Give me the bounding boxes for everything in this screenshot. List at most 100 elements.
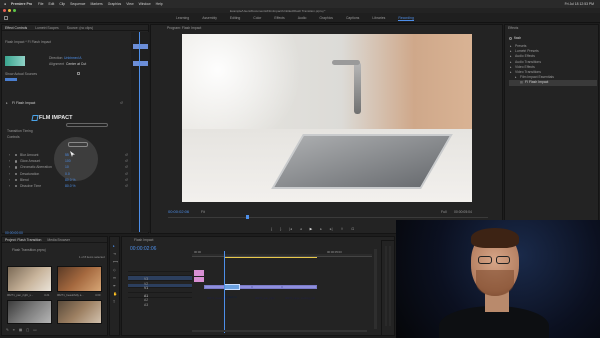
workspace-tab-assembly[interactable]: Assembly [202, 16, 217, 21]
home-icon[interactable] [4, 16, 8, 20]
new-bin-icon[interactable]: ▭ [33, 328, 36, 332]
timeline-playhead[interactable] [224, 251, 225, 333]
thumb-1[interactable] [7, 266, 52, 292]
param-reset-icon[interactable]: ↺ [125, 178, 128, 182]
param-reset-icon[interactable]: ↺ [125, 153, 128, 157]
menu-markers[interactable]: Markers [90, 2, 102, 6]
step-back-icon[interactable]: ◂ [300, 227, 302, 231]
timeline-zoom-bar[interactable] [192, 330, 367, 332]
clip-2[interactable]: 06271_pan_right [252, 285, 282, 300]
transition-timing-field[interactable] [66, 123, 108, 127]
menu-file[interactable]: File [38, 2, 43, 6]
stopwatch-icon[interactable] [15, 166, 18, 169]
param-value[interactable]: 80.0 % [65, 178, 76, 182]
freeform-view-icon[interactable]: ▢ [26, 328, 29, 332]
export-frame-icon[interactable]: ⊡ [351, 227, 354, 231]
workspace-tab-effects[interactable]: Effects [274, 16, 284, 21]
audio-clip-a2[interactable] [194, 277, 204, 282]
workspace-tab-color[interactable]: Color [253, 16, 261, 21]
param-value[interactable]: 10 [65, 165, 69, 169]
mark-in-icon[interactable]: { [271, 227, 272, 231]
workspace-tab-editing[interactable]: Editing [230, 16, 240, 21]
param-reset-icon[interactable]: ↺ [125, 172, 128, 176]
menu-graphics[interactable]: Graphics [108, 2, 122, 6]
param-toggle-icon[interactable]: › [9, 172, 10, 176]
stopwatch-icon[interactable] [15, 160, 18, 163]
audio-clip-a1[interactable] [194, 270, 204, 276]
workspace-tab-audio[interactable]: Audio [298, 16, 307, 21]
program-timecode[interactable]: 00:00:02:06 [168, 210, 189, 214]
workspace-tab-libraries[interactable]: Libraries [372, 16, 385, 21]
work-area-bar[interactable] [224, 257, 317, 258]
param-value[interactable]: 100 [65, 159, 71, 163]
ec-tab-0[interactable]: Effect Controls [5, 26, 27, 30]
param-toggle-icon[interactable]: › [9, 165, 10, 169]
fx-toggle-icon[interactable]: ▸ [6, 101, 8, 105]
pen-tool-icon[interactable]: ✒ [113, 284, 118, 288]
program-playhead[interactable] [246, 215, 249, 219]
go-to-in-icon[interactable]: |◂ [289, 227, 292, 231]
menu-help[interactable]: Help [156, 2, 163, 6]
step-forward-icon[interactable]: ▸ [320, 227, 322, 231]
menu-window[interactable]: Window [139, 2, 151, 6]
param-toggle-icon[interactable]: › [9, 159, 10, 163]
param-value[interactable]: 80.0 % [65, 184, 76, 188]
menu-edit[interactable]: Edit [48, 2, 54, 6]
menu-clip[interactable]: Clip [59, 2, 65, 6]
workspace-tab-graphics[interactable]: Graphics [319, 16, 333, 21]
quality-dropdown[interactable]: Full [441, 210, 446, 214]
param-reset-icon[interactable]: ↺ [125, 184, 128, 188]
ec-playhead[interactable] [139, 32, 140, 232]
thumb-2[interactable] [57, 266, 102, 292]
program-scrub-bar[interactable] [168, 217, 488, 218]
param-toggle-icon[interactable]: › [9, 153, 10, 157]
menu-view[interactable]: View [126, 2, 133, 6]
hand-tool-icon[interactable]: ✋ [113, 292, 118, 296]
ripple-edit-tool-icon[interactable]: ⟷ [113, 260, 118, 264]
maximize-icon[interactable] [13, 9, 16, 12]
project-tab-1[interactable]: Media Browser [47, 238, 70, 242]
param-value[interactable]: 55 [65, 153, 69, 157]
workspace-tab-recording[interactable]: Recording [398, 16, 414, 21]
ec-timecode[interactable]: 00:00:00:00 [5, 231, 23, 235]
effects-search-input[interactable]: flash [514, 36, 521, 40]
thumb-4[interactable] [57, 300, 102, 324]
stopwatch-icon[interactable] [15, 172, 18, 175]
icon-view-icon[interactable]: ▦ [19, 328, 22, 332]
thumb-3[interactable] [7, 300, 52, 324]
stopwatch-icon[interactable] [15, 184, 18, 188]
pencil-icon[interactable]: ✎ [6, 328, 9, 332]
workspace-tab-learning[interactable]: Learning [176, 16, 189, 21]
transition-block[interactable]: FI Flash Im [224, 284, 240, 299]
mark-out-icon[interactable]: } [280, 227, 281, 231]
ec-tab-2[interactable]: Source: (no clips) [67, 26, 93, 30]
stopwatch-icon[interactable] [15, 178, 18, 182]
timeline-tab[interactable]: Flash Impact [134, 238, 153, 242]
param-reset-icon[interactable]: ↺ [125, 165, 128, 169]
param-toggle-icon[interactable]: › [9, 184, 10, 188]
timeline-v-scrollbar[interactable] [374, 249, 377, 329]
play-icon[interactable]: ▶ [310, 227, 313, 231]
fit-dropdown[interactable]: Fit [201, 210, 205, 214]
ec-tab-1[interactable]: Lumetri Scopes [35, 26, 59, 30]
close-icon[interactable] [3, 9, 6, 12]
apple-icon[interactable]: ● [4, 2, 6, 6]
project-tab-0[interactable]: Project: Flash Transition [5, 238, 41, 242]
list-view-icon[interactable]: ≡ [13, 328, 15, 332]
track-select-tool-icon[interactable]: ⇥ [113, 252, 118, 256]
reset-icon[interactable]: ↺ [120, 101, 123, 105]
timeline-timecode[interactable]: 00:00:02:06 [130, 247, 156, 252]
clip-3[interactable]: 06271_large_cooking_pot [282, 285, 317, 300]
param-reset-icon[interactable]: ↺ [125, 159, 128, 163]
workspace-tab-captions[interactable]: Captions [346, 16, 359, 21]
lift-icon[interactable]: ⇧ [340, 227, 343, 231]
stopwatch-icon[interactable] [15, 154, 18, 157]
go-to-out-icon[interactable]: ▸| [330, 227, 333, 231]
app-name[interactable]: Premiere Pro [11, 2, 32, 6]
effects-tree-item[interactable]: ▨ FI Flash Impact [509, 80, 597, 86]
show-actual-sources-checkbox[interactable] [77, 72, 80, 75]
direction-value[interactable]: Unbinned A [64, 56, 82, 60]
menu-sequence[interactable]: Sequence [70, 2, 85, 6]
selection-tool-icon[interactable]: ▸ [113, 244, 118, 248]
param-toggle-icon[interactable]: › [9, 178, 10, 182]
